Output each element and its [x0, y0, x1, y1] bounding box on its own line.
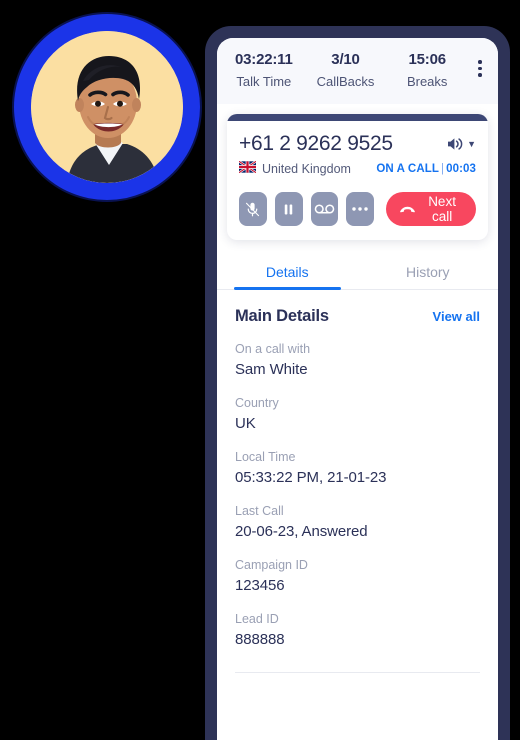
stat-value: 3/10 [331, 51, 360, 68]
kebab-dot [478, 73, 482, 77]
page-title: Main Details [235, 307, 329, 325]
stat-callbacks: 3/10 CallBacks [305, 50, 387, 90]
field-local-time: Local Time 05:33:22 PM, 21-01-23 [235, 449, 480, 488]
field-label: Local Time [235, 450, 296, 464]
phone-device-frame: 03:22:11 Talk Time 3/10 CallBacks 15:06 … [205, 26, 510, 740]
stat-breaks: 15:06 Breaks [386, 50, 468, 90]
call-card-body: +61 2 9262 9525 ▼ United Kingdom ON A CA… [227, 121, 488, 240]
field-label: Campaign ID [235, 558, 308, 572]
agent-avatar [14, 14, 200, 200]
uk-flag-icon [238, 160, 257, 178]
tab-history[interactable]: History [358, 256, 499, 289]
field-country: Country UK [235, 395, 480, 434]
call-card-container: +61 2 9262 9525 ▼ United Kingdom ON A CA… [217, 104, 498, 240]
more-options-button[interactable] [346, 192, 375, 226]
avatar-photo [31, 31, 183, 183]
field-value: Sam White [235, 361, 308, 378]
view-all-link[interactable]: View all [433, 309, 480, 324]
stat-label: Breaks [406, 74, 448, 89]
field-on-a-call-with: On a call with Sam White [235, 341, 480, 380]
field-value: 123456 [235, 577, 285, 594]
tab-details[interactable]: Details [217, 256, 358, 290]
field-value: 05:33:22 PM, 21-01-23 [235, 469, 387, 486]
stat-value: 15:06 [408, 51, 446, 68]
stat-label: CallBacks [316, 74, 375, 89]
stats-bar: 03:22:11 Talk Time 3/10 CallBacks 15:06 … [217, 38, 498, 104]
chevron-down-icon: ▼ [467, 138, 476, 149]
next-call-button[interactable]: Next call [386, 192, 477, 226]
next-call-label: Next call [428, 194, 456, 224]
call-actions-row: Next call [239, 192, 477, 226]
card-top-accent-bar [227, 114, 488, 121]
field-value: UK [235, 415, 256, 432]
status-separator: | [440, 163, 445, 175]
hangup-icon [399, 202, 416, 217]
country-status-row: United Kingdom ON A CALL | 00:03 [238, 160, 476, 178]
stat-label: Talk Time [236, 74, 292, 89]
details-header: Main Details View all [235, 307, 480, 326]
field-label: Last Call [235, 504, 284, 518]
field-label: Country [235, 396, 279, 410]
phone-screen: 03:22:11 Talk Time 3/10 CallBacks 15:06 … [217, 38, 498, 740]
call-status-badge: ON A CALL | 00:03 [376, 163, 476, 175]
voicemail-button[interactable] [310, 192, 339, 226]
main-details-panel: Main Details View all On a call with Sam… [217, 290, 498, 673]
phone-number: +61 2 9262 9525 [239, 132, 393, 155]
country-name: United Kingdom [262, 162, 351, 176]
kebab-dot [478, 66, 482, 70]
mute-button[interactable] [239, 192, 267, 226]
field-campaign-id: Campaign ID 123456 [235, 557, 480, 596]
stat-value: 03:22:11 [235, 51, 293, 68]
field-label: On a call with [235, 342, 311, 356]
call-status-text: ON A CALL [376, 163, 439, 175]
active-call-card: +61 2 9262 9525 ▼ United Kingdom ON A CA… [227, 114, 488, 240]
country-info: United Kingdom [238, 160, 351, 178]
field-label: Lead ID [235, 612, 279, 626]
hold-button[interactable] [274, 192, 303, 226]
field-lead-id: Lead ID 888888 [235, 611, 480, 650]
phone-number-row: +61 2 9262 9525 ▼ [239, 131, 476, 157]
kebab-menu-icon[interactable] [468, 50, 492, 77]
details-history-tabs: Details History [217, 256, 498, 290]
kebab-dot [478, 60, 482, 64]
call-duration: 00:03 [446, 163, 476, 175]
stat-talk-time: 03:22:11 Talk Time [223, 50, 305, 90]
field-last-call: Last Call 20-06-23, Answered [235, 503, 480, 542]
section-divider [235, 672, 480, 673]
speaker-icon[interactable]: ▼ [446, 136, 476, 152]
field-value: 20-06-23, Answered [235, 523, 368, 540]
field-value: 888888 [235, 631, 285, 648]
